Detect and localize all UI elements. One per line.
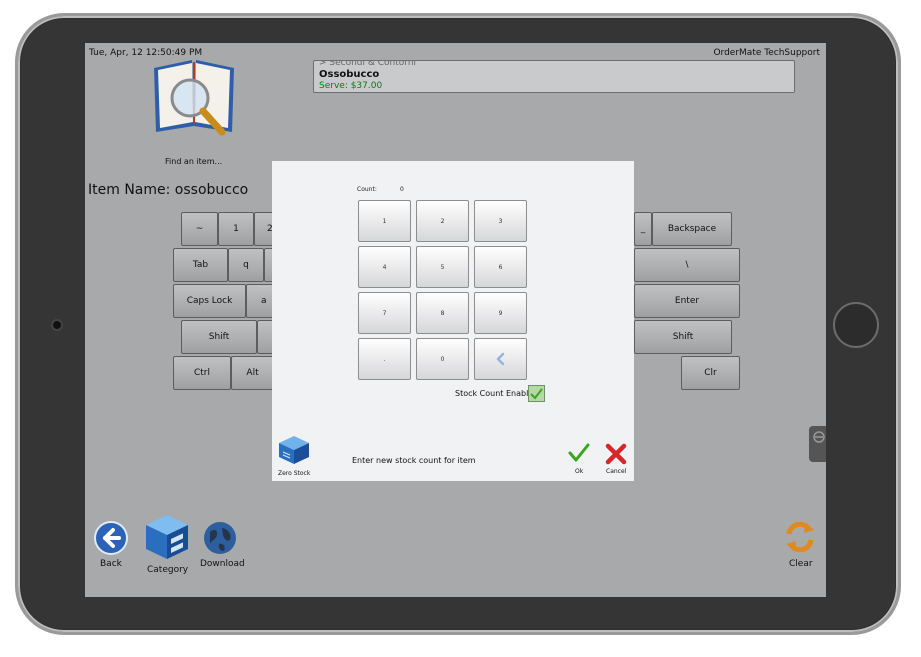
back-label[interactable]: Back xyxy=(100,559,122,569)
key-1[interactable]: 1 xyxy=(218,212,254,246)
zero-stock-label[interactable]: Zero Stock xyxy=(278,470,310,477)
side-tab-icon xyxy=(813,431,825,443)
cancel-x-icon[interactable] xyxy=(605,443,627,465)
app-screen: Tue, Apr, 12 12:50:49 PM OrderMate TechS… xyxy=(85,43,826,597)
datetime: Tue, Apr, 12 12:50:49 PM xyxy=(89,48,203,58)
key-ctrl[interactable]: Ctrl xyxy=(173,356,231,390)
home-button[interactable] xyxy=(833,302,879,348)
key-shift-right[interactable]: Shift xyxy=(634,320,732,354)
back-arrow-icon[interactable] xyxy=(93,520,129,556)
keypad-8[interactable]: 8 xyxy=(416,292,469,334)
key-enter[interactable]: Enter xyxy=(634,284,740,318)
key-2[interactable]: 2 xyxy=(254,212,274,246)
key-a[interactable]: a xyxy=(246,284,274,318)
keypad-1[interactable]: 1 xyxy=(358,200,411,242)
keypad-backspace[interactable] xyxy=(474,338,527,380)
keypad-6[interactable]: 6 xyxy=(474,246,527,288)
download-globe-icon[interactable] xyxy=(202,520,238,556)
keypad-4[interactable]: 4 xyxy=(358,246,411,288)
camera-lens xyxy=(53,321,61,329)
key-backslash[interactable]: \ xyxy=(634,248,740,282)
app-title: OrderMate TechSupport xyxy=(713,48,820,58)
result-name: Ossobucco xyxy=(319,69,380,80)
key-caps-lock[interactable]: Caps Lock xyxy=(173,284,246,318)
book-magnifier-icon[interactable] xyxy=(150,58,240,138)
cancel-button-label[interactable]: Cancel xyxy=(606,468,626,475)
keypad-2[interactable]: 2 xyxy=(416,200,469,242)
keypad-7[interactable]: 7 xyxy=(358,292,411,334)
count-value: 0 xyxy=(400,186,404,193)
key-tab[interactable]: Tab xyxy=(173,248,228,282)
stock-count-enabled-checkbox[interactable] xyxy=(528,385,545,402)
ok-check-icon[interactable] xyxy=(568,443,590,463)
find-item-label[interactable]: Find an item... xyxy=(165,157,222,166)
item-name-field: Item Name: ossobucco xyxy=(88,182,249,198)
chevron-left-icon xyxy=(496,352,504,366)
key-q[interactable]: q xyxy=(228,248,264,282)
checkmark-icon xyxy=(530,388,543,400)
search-result-item[interactable]: > Secondi & Contorni Ossobucco Serve: $3… xyxy=(313,60,795,93)
category-label[interactable]: Category xyxy=(147,565,188,575)
stock-count-dialog: Count: 0 1 2 3 4 5 6 7 8 9 . 0 Stock Cou… xyxy=(272,161,634,481)
zero-stock-box-icon[interactable] xyxy=(278,435,310,465)
side-tab-handle[interactable] xyxy=(809,426,826,462)
keypad-decimal[interactable]: . xyxy=(358,338,411,380)
key-backspace[interactable]: Backspace xyxy=(652,212,732,246)
result-category: > Secondi & Contorni xyxy=(319,60,417,68)
download-label[interactable]: Download xyxy=(200,559,245,569)
category-cabinet-icon[interactable] xyxy=(144,513,190,561)
key-tilde[interactable]: ~ xyxy=(181,212,218,246)
keypad-9[interactable]: 9 xyxy=(474,292,527,334)
keypad-0[interactable]: 0 xyxy=(416,338,469,380)
ok-button-label[interactable]: Ok xyxy=(575,468,583,475)
key-underscore[interactable]: _ xyxy=(634,212,652,246)
key-clr[interactable]: Clr xyxy=(681,356,740,390)
stock-count-enabled-label: Stock Count Enabled xyxy=(455,389,539,398)
count-label: Count: xyxy=(357,186,377,193)
key-shift-left[interactable]: Shift xyxy=(181,320,257,354)
result-price: Serve: $37.00 xyxy=(319,81,383,91)
clear-label[interactable]: Clear xyxy=(789,559,813,569)
keypad-3[interactable]: 3 xyxy=(474,200,527,242)
keypad-5[interactable]: 5 xyxy=(416,246,469,288)
clear-refresh-icon[interactable] xyxy=(783,520,817,554)
key-alt[interactable]: Alt xyxy=(231,356,274,390)
stock-count-prompt: Enter new stock count for item xyxy=(352,456,476,465)
